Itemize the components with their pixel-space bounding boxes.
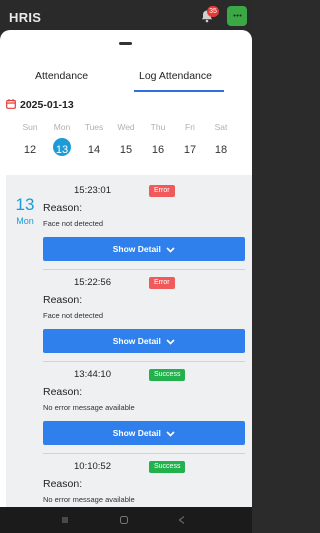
reason-label: Reason: bbox=[43, 202, 83, 214]
home-icon[interactable] bbox=[119, 515, 129, 525]
day-name: Thu bbox=[150, 122, 166, 132]
entry-divider bbox=[43, 361, 245, 362]
day-number: 12 bbox=[23, 144, 37, 156]
reason-message: No error message available bbox=[43, 403, 135, 412]
day-friday[interactable]: Fri 17 bbox=[176, 122, 204, 156]
reason-message: Face not detected bbox=[43, 219, 104, 228]
week-strip: Sun 12 Mon 13 Tues 14 Wed 15 Thu 16 Fri … bbox=[0, 122, 252, 172]
reason-message: No error message available bbox=[43, 495, 135, 504]
day-wednesday[interactable]: Wed 15 bbox=[112, 122, 140, 156]
day-thursday[interactable]: Thu 16 bbox=[144, 122, 172, 156]
day-tuesday[interactable]: Tues 14 bbox=[80, 122, 108, 156]
log-time: 10:10:52 bbox=[74, 461, 111, 472]
log-list[interactable]: 13 Mon 15:23:01 Error Reason: Face not d… bbox=[6, 175, 252, 507]
day-number: 15 bbox=[119, 144, 133, 156]
reason-label: Reason: bbox=[43, 294, 83, 306]
show-detail-label: Show Detail bbox=[112, 336, 161, 346]
day-number: 16 bbox=[151, 144, 165, 156]
reason-label: Reason: bbox=[43, 478, 83, 490]
day-group-name: Mon bbox=[16, 216, 34, 226]
reason-message: Face not detected bbox=[43, 311, 104, 320]
chevron-down-icon bbox=[166, 247, 175, 253]
day-number: 13 bbox=[55, 144, 69, 156]
log-time: 15:22:56 bbox=[74, 277, 111, 288]
day-name: Tues bbox=[84, 122, 104, 132]
back-icon[interactable] bbox=[177, 515, 187, 525]
recent-apps-icon[interactable] bbox=[60, 515, 70, 525]
day-name: Fri bbox=[185, 122, 195, 132]
chevron-down-icon bbox=[166, 431, 175, 437]
show-detail-label: Show Detail bbox=[112, 244, 161, 254]
status-badge: Error bbox=[149, 185, 175, 197]
day-name: Sat bbox=[214, 122, 228, 132]
day-group-number: 13 bbox=[15, 195, 35, 214]
log-time: 13:44:10 bbox=[74, 369, 111, 380]
app-title: HRIS bbox=[9, 10, 42, 25]
status-badge: Success bbox=[149, 369, 186, 381]
day-sunday[interactable]: Sun 12 bbox=[16, 122, 44, 156]
status-badge: Success bbox=[149, 461, 186, 473]
tab-log-attendance[interactable]: Log Attendance bbox=[139, 70, 212, 82]
status-badge: Error bbox=[149, 277, 175, 289]
log-sheet: Attendance Log Attendance 2025-01-13 Sun… bbox=[0, 30, 252, 507]
show-detail-button[interactable]: Show Detail bbox=[43, 329, 245, 353]
day-name: Sun bbox=[22, 122, 38, 132]
selected-date-row[interactable]: 2025-01-13 bbox=[0, 98, 252, 114]
entry-divider bbox=[43, 269, 245, 270]
day-group-label: 13 Mon bbox=[12, 195, 38, 226]
day-number: 18 bbox=[214, 144, 228, 156]
show-detail-label: Show Detail bbox=[112, 428, 161, 438]
notification-count-badge: 35 bbox=[207, 6, 219, 17]
day-number: 17 bbox=[183, 144, 197, 156]
app-bar: HRIS 35 bbox=[0, 0, 252, 32]
day-name: Wed bbox=[117, 122, 135, 132]
chevron-down-icon bbox=[166, 339, 175, 345]
tab-attendance[interactable]: Attendance bbox=[35, 70, 88, 82]
more-dots-icon bbox=[233, 14, 242, 17]
log-time: 15:23:01 bbox=[74, 185, 111, 196]
day-name: Mon bbox=[53, 122, 71, 132]
system-nav-bar bbox=[0, 507, 252, 533]
tab-bar: Attendance Log Attendance bbox=[0, 68, 252, 94]
active-tab-indicator bbox=[134, 90, 224, 92]
sheet-drag-handle[interactable] bbox=[119, 42, 132, 45]
calendar-icon bbox=[6, 99, 16, 109]
show-detail-button[interactable]: Show Detail bbox=[43, 421, 245, 445]
day-number: 14 bbox=[87, 144, 101, 156]
entry-divider bbox=[43, 453, 245, 454]
show-detail-button[interactable]: Show Detail bbox=[43, 237, 245, 261]
day-saturday[interactable]: Sat 18 bbox=[207, 122, 235, 156]
selected-date: 2025-01-13 bbox=[20, 99, 74, 111]
day-monday[interactable]: Mon 13 bbox=[48, 122, 76, 156]
reason-label: Reason: bbox=[43, 386, 83, 398]
